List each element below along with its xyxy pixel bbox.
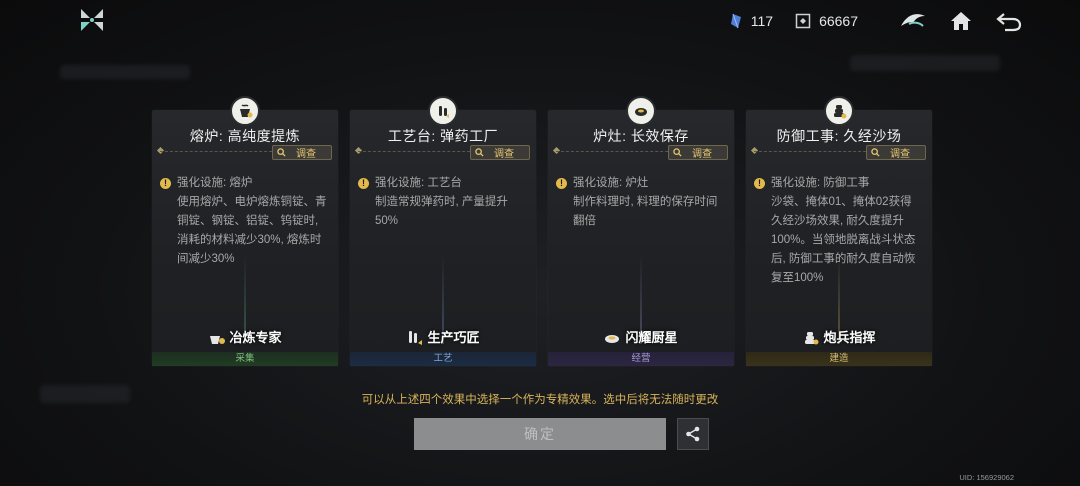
user-id: UID: 156929062	[959, 473, 1014, 482]
category-strip: 采集	[152, 352, 338, 366]
specialization-card-workbench[interactable]: 工艺台: 弹药工厂 调查 ! 强化设施: 工艺台 制造常规弹药时, 产量提升50%…	[350, 96, 536, 366]
background-blur	[850, 55, 1000, 71]
crystal-count: 117	[750, 13, 774, 29]
divider	[160, 151, 282, 152]
smelting-icon	[240, 104, 253, 118]
badge-name: 生产巧匠	[427, 330, 480, 345]
sandbag-icon	[834, 105, 847, 119]
faction-emblem-button[interactable]	[898, 8, 928, 34]
top-bar: 117 66667	[729, 8, 1024, 34]
crystal-counter: 117	[729, 13, 773, 29]
magnifier-icon	[673, 148, 682, 157]
card-title: 工艺台: 弹药工厂	[387, 128, 499, 144]
selection-hint: 可以从上述四个效果中选择一个作为专精效果。选中后将无法随时更改	[361, 394, 719, 406]
inspect-button[interactable]: 调查	[470, 145, 530, 160]
card-icon-badge	[626, 96, 656, 126]
confirm-button[interactable]: 确定	[414, 418, 666, 450]
info-icon: !	[754, 178, 765, 189]
inspect-label: 调查	[296, 149, 316, 160]
badge-name: 炮兵指挥	[823, 330, 876, 345]
share-button[interactable]	[677, 418, 709, 450]
effect-head: 强化设施: 防御工事	[771, 177, 870, 189]
effect-head: 强化设施: 炉灶	[573, 177, 649, 189]
info-icon: !	[358, 178, 369, 189]
card-icon-badge	[230, 96, 260, 126]
title-badge: 生产巧匠	[350, 327, 536, 346]
home-icon	[951, 12, 971, 30]
card-title: 熔炉: 高纯度提炼	[189, 128, 301, 144]
supply-counter: 66667	[795, 13, 858, 29]
smelter-badge-icon	[210, 335, 226, 344]
effect-description: ! 强化设施: 炉灶 制作料理时, 料理的保存时间翻倍	[556, 174, 724, 231]
cooking-icon	[635, 108, 647, 116]
card-icon-badge	[428, 96, 458, 126]
inspect-label: 调查	[692, 149, 712, 160]
magnifier-icon	[871, 148, 880, 157]
card-title: 防御工事: 久经沙场	[776, 128, 902, 144]
title-badge: 冶炼专家	[152, 327, 338, 346]
info-icon: !	[160, 178, 171, 189]
inspect-label: 调查	[494, 149, 514, 160]
ammo-badge-icon	[409, 330, 423, 345]
inspect-button[interactable]: 调查	[272, 145, 332, 160]
crystal-icon	[730, 13, 741, 29]
card-title: 炉灶: 长效保存	[593, 128, 689, 144]
specialization-card-furnace[interactable]: 熔炉: 高纯度提炼 调查 ! 强化设施: 熔炉 使用熔炉、电炉熔炼铜锭、青铜锭、钢…	[152, 96, 338, 366]
inspect-button[interactable]: 调查	[866, 145, 926, 160]
magnifier-icon	[475, 148, 484, 157]
divider	[358, 151, 480, 152]
effect-head: 强化设施: 工艺台	[375, 177, 462, 189]
shark-emblem-icon	[901, 14, 925, 27]
specialization-card-fortification[interactable]: 防御工事: 久经沙场 调查 ! 强化设施: 防御工事 沙袋、掩体01、掩体02获得…	[746, 96, 932, 366]
inspect-label: 调查	[890, 149, 910, 160]
magnifier-icon	[277, 148, 286, 157]
divider	[754, 151, 876, 152]
badge-name: 闪耀厨星	[625, 330, 678, 345]
ammo-icon	[439, 106, 449, 118]
effect-head: 强化设施: 熔炉	[177, 177, 253, 189]
divider	[556, 151, 678, 152]
share-icon	[686, 426, 700, 442]
effect-body: 制造常规弹药时, 产量提升50%	[375, 196, 508, 227]
title-badge: 闪耀厨星	[548, 327, 734, 346]
artillery-badge-icon	[805, 331, 819, 344]
badge-name: 冶炼专家	[229, 330, 282, 345]
home-button[interactable]	[946, 8, 976, 34]
supply-count: 66667	[819, 13, 858, 29]
category-strip: 建造	[746, 352, 932, 366]
back-arrow-icon	[996, 13, 1022, 32]
title-badge: 炮兵指挥	[746, 327, 932, 346]
info-icon: !	[556, 178, 567, 189]
effect-body: 制作料理时, 料理的保存时间翻倍	[573, 196, 718, 227]
chef-badge-icon	[605, 334, 620, 343]
category-strip: 工艺	[350, 352, 536, 366]
category-strip: 经营	[548, 352, 734, 366]
supply-crate-icon	[795, 13, 811, 29]
game-logo-icon[interactable]	[78, 6, 106, 34]
background-blur	[60, 65, 190, 79]
effect-description: ! 强化设施: 工艺台 制造常规弹药时, 产量提升50%	[358, 174, 526, 231]
specialization-card-stove[interactable]: 炉灶: 长效保存 调查 ! 强化设施: 炉灶 制作料理时, 料理的保存时间翻倍 闪…	[548, 96, 734, 366]
inspect-button[interactable]: 调查	[668, 145, 728, 160]
card-icon-badge	[824, 96, 854, 126]
back-button[interactable]	[994, 8, 1024, 34]
